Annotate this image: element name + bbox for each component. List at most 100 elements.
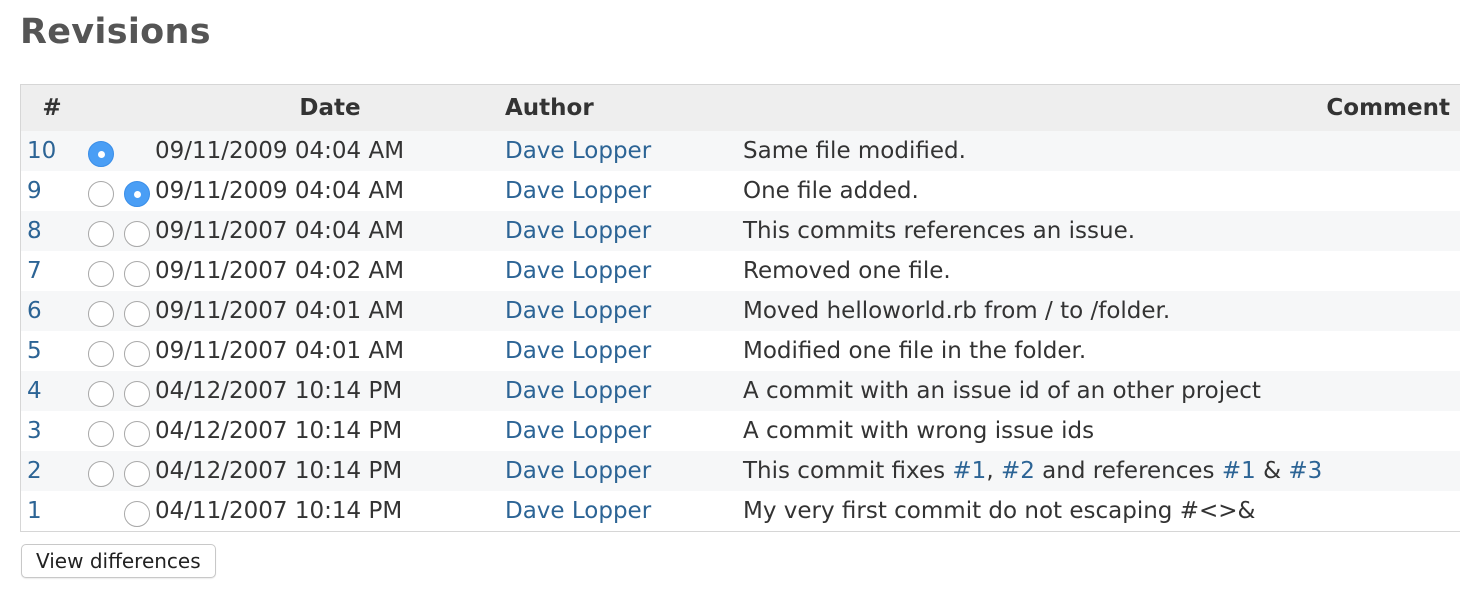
comment-text: My very first commit do not escaping #<>… bbox=[743, 498, 1256, 524]
revision-number-cell: 7 bbox=[21, 251, 83, 291]
radio-to[interactable] bbox=[124, 461, 150, 488]
radio-to[interactable] bbox=[124, 261, 150, 288]
author-link[interactable]: Dave Lopper bbox=[505, 378, 651, 404]
issue-link[interactable]: #1 bbox=[1222, 458, 1256, 484]
table-row: 3 04/12/2007 10:14 PM Dave Lopper A commit … bbox=[21, 411, 1460, 451]
comment-text: This commits references an issue. bbox=[743, 218, 1136, 244]
author-link[interactable]: Dave Lopper bbox=[505, 298, 651, 324]
author-cell: Dave Lopper bbox=[505, 131, 743, 171]
radio-to[interactable] bbox=[124, 501, 150, 528]
radio-from-cell bbox=[83, 171, 119, 211]
issue-link[interactable]: #3 bbox=[1288, 458, 1322, 484]
radio-to-cell bbox=[119, 171, 155, 211]
revision-number-cell: 3 bbox=[21, 411, 83, 451]
table-row: 9 09/11/2009 04:04 AM Dave Lopper One file … bbox=[21, 171, 1460, 211]
header-radio-from bbox=[83, 85, 119, 131]
revision-comment: This commits references an issue. bbox=[743, 211, 1460, 251]
table-row: 8 09/11/2007 04:04 AM Dave Lopper This comm… bbox=[21, 211, 1460, 251]
radio-to[interactable] bbox=[124, 301, 150, 328]
comment-text: Removed one file. bbox=[743, 258, 951, 284]
radio-from[interactable] bbox=[88, 221, 114, 248]
revision-link[interactable]: 4 bbox=[27, 378, 42, 404]
revisions-table: # Date Author Comment 10 09/11/2009 04:04… bbox=[20, 84, 1460, 532]
revision-number-cell: 5 bbox=[21, 331, 83, 371]
table-header-row: # Date Author Comment bbox=[21, 85, 1460, 131]
revision-date: 09/11/2007 04:01 AM bbox=[155, 291, 505, 331]
revision-date: 04/11/2007 10:14 PM bbox=[155, 491, 505, 531]
author-link[interactable]: Dave Lopper bbox=[505, 338, 651, 364]
comment-text: Same file modified. bbox=[743, 138, 966, 164]
revision-link[interactable]: 3 bbox=[27, 418, 42, 444]
radio-from[interactable] bbox=[88, 141, 114, 168]
author-link[interactable]: Dave Lopper bbox=[505, 138, 651, 164]
page-title: Revisions bbox=[20, 12, 211, 52]
revision-comment: This commit fixes #1, #2 and references … bbox=[743, 451, 1460, 491]
author-cell: Dave Lopper bbox=[505, 451, 743, 491]
author-link[interactable]: Dave Lopper bbox=[505, 178, 651, 204]
author-cell: Dave Lopper bbox=[505, 251, 743, 291]
radio-to-cell bbox=[119, 411, 155, 451]
comment-text: and references bbox=[1034, 458, 1222, 484]
radio-to[interactable] bbox=[124, 341, 150, 368]
header-comment: Comment bbox=[743, 85, 1460, 131]
revision-number-cell: 9 bbox=[21, 171, 83, 211]
radio-to-cell bbox=[119, 451, 155, 491]
radio-from[interactable] bbox=[88, 261, 114, 288]
author-link[interactable]: Dave Lopper bbox=[505, 258, 651, 284]
radio-from[interactable] bbox=[88, 421, 114, 448]
radio-from-cell bbox=[83, 491, 119, 531]
revision-date: 09/11/2007 04:01 AM bbox=[155, 331, 505, 371]
revision-link[interactable]: 2 bbox=[27, 458, 42, 484]
revision-link[interactable]: 9 bbox=[27, 178, 42, 204]
radio-to-cell bbox=[119, 491, 155, 531]
revision-link[interactable]: 10 bbox=[27, 138, 56, 164]
revision-comment: One file added. bbox=[743, 171, 1460, 211]
radio-from-cell bbox=[83, 291, 119, 331]
radio-to[interactable] bbox=[124, 381, 150, 408]
author-link[interactable]: Dave Lopper bbox=[505, 218, 651, 244]
radio-from[interactable] bbox=[88, 301, 114, 328]
radio-to[interactable] bbox=[124, 421, 150, 448]
author-link[interactable]: Dave Lopper bbox=[505, 418, 651, 444]
header-number: # bbox=[21, 85, 83, 131]
radio-from[interactable] bbox=[88, 181, 114, 208]
header-date: Date bbox=[155, 85, 505, 131]
radio-to-cell bbox=[119, 331, 155, 371]
revision-date: 09/11/2007 04:04 AM bbox=[155, 211, 505, 251]
revision-comment: Removed one file. bbox=[743, 251, 1460, 291]
table-row: 7 09/11/2007 04:02 AM Dave Lopper Removed o… bbox=[21, 251, 1460, 291]
author-cell: Dave Lopper bbox=[505, 331, 743, 371]
revision-number-cell: 1 bbox=[21, 491, 83, 531]
revision-link[interactable]: 8 bbox=[27, 218, 42, 244]
revision-comment: Moved helloworld.rb from / to /folder. bbox=[743, 291, 1460, 331]
radio-from-cell bbox=[83, 331, 119, 371]
radio-from[interactable] bbox=[88, 341, 114, 368]
radio-to[interactable] bbox=[124, 221, 150, 248]
view-differences-button[interactable]: View differences bbox=[21, 544, 216, 578]
comment-text: Moved helloworld.rb from / to /folder. bbox=[743, 298, 1171, 324]
author-link[interactable]: Dave Lopper bbox=[505, 458, 651, 484]
radio-from-cell bbox=[83, 251, 119, 291]
radio-to[interactable] bbox=[124, 181, 150, 208]
author-cell: Dave Lopper bbox=[505, 411, 743, 451]
radio-to-cell bbox=[119, 371, 155, 411]
revision-number-cell: 10 bbox=[21, 131, 83, 171]
radio-from[interactable] bbox=[88, 381, 114, 408]
revision-comment: Same file modified. bbox=[743, 131, 1460, 171]
revision-number-cell: 8 bbox=[21, 211, 83, 251]
revision-comment: Modified one file in the folder. bbox=[743, 331, 1460, 371]
revision-date: 09/11/2009 04:04 AM bbox=[155, 171, 505, 211]
revision-link[interactable]: 6 bbox=[27, 298, 42, 324]
revision-link[interactable]: 5 bbox=[27, 338, 42, 364]
issue-link[interactable]: #2 bbox=[1001, 458, 1035, 484]
revisions-body: 10 09/11/2009 04:04 AM Dave Lopper Same fil… bbox=[21, 131, 1460, 531]
revision-link[interactable]: 1 bbox=[27, 498, 42, 524]
issue-link[interactable]: #1 bbox=[952, 458, 986, 484]
author-link[interactable]: Dave Lopper bbox=[505, 498, 651, 524]
revision-comment: A commit with an issue id of an other pr… bbox=[743, 371, 1460, 411]
radio-to-cell bbox=[119, 251, 155, 291]
revision-link[interactable]: 7 bbox=[27, 258, 42, 284]
revision-comment: A commit with wrong issue ids bbox=[743, 411, 1460, 451]
comment-text: A commit with wrong issue ids bbox=[743, 418, 1095, 444]
radio-from[interactable] bbox=[88, 461, 114, 488]
